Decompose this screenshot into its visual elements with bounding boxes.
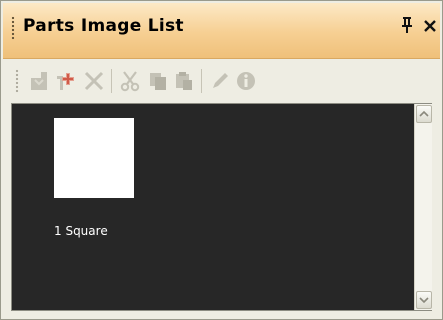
paste-button[interactable] — [171, 67, 197, 95]
info-button[interactable] — [233, 67, 259, 95]
close-icon — [424, 20, 436, 32]
cut-icon — [120, 71, 140, 92]
add-part-icon — [57, 73, 74, 90]
part-item[interactable]: 1 Square — [42, 118, 142, 238]
edit-button[interactable] — [207, 67, 233, 95]
scroll-down-button[interactable] — [416, 291, 432, 309]
toolbar-grip-icon[interactable] — [15, 69, 19, 93]
pin-icon — [402, 17, 412, 33]
part-thumbnail[interactable] — [54, 118, 134, 198]
vertical-scrollbar[interactable] — [414, 104, 432, 310]
delete-icon — [84, 71, 104, 91]
part-label: 1 Square — [54, 224, 108, 238]
drag-grip-icon[interactable] — [11, 16, 15, 40]
cut-button[interactable] — [117, 67, 143, 95]
parts-image-area[interactable]: 1 Square — [11, 103, 432, 311]
info-icon — [237, 72, 255, 90]
parts-image-list-panel: Parts Image List 1 Square — [0, 0, 443, 320]
copy-icon — [150, 73, 166, 90]
toolbar-separator — [201, 69, 202, 93]
chevron-up-icon — [419, 110, 429, 117]
panel-title: Parts Image List — [23, 16, 184, 36]
delete-button[interactable] — [81, 67, 107, 95]
import-image-icon — [31, 72, 47, 90]
paste-icon — [176, 72, 192, 90]
toolbar-separator — [111, 69, 112, 93]
pin-button[interactable] — [399, 16, 415, 38]
copy-button[interactable] — [145, 67, 171, 95]
import-image-button[interactable] — [27, 67, 53, 95]
toolbar — [13, 63, 431, 99]
title-bar[interactable]: Parts Image List — [3, 3, 440, 59]
add-part-button[interactable] — [53, 67, 79, 95]
scroll-up-button[interactable] — [416, 105, 432, 123]
close-button[interactable] — [421, 15, 439, 37]
chevron-down-icon — [419, 297, 429, 304]
edit-icon — [213, 73, 228, 88]
